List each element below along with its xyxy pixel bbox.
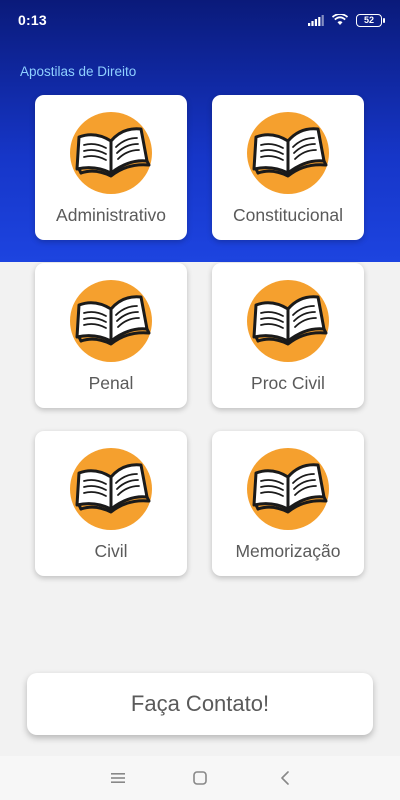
book-icon <box>246 447 330 531</box>
status-time: 0:13 <box>18 12 47 28</box>
category-card-administrativo[interactable]: Administrativo <box>35 95 187 240</box>
home-icon[interactable] <box>188 766 212 790</box>
app-screen: 0:13 52 Apostilas de Direito Administrat… <box>0 0 400 800</box>
category-card-civil[interactable]: Civil <box>35 431 187 576</box>
book-icon <box>69 447 153 531</box>
status-bar: 0:13 52 <box>0 0 400 40</box>
category-card-penal[interactable]: Penal <box>35 263 187 408</box>
book-icon <box>246 111 330 195</box>
category-label: Memorização <box>235 541 341 561</box>
status-icons: 52 <box>308 13 385 27</box>
back-icon[interactable] <box>273 766 297 790</box>
category-label: Administrativo <box>56 205 166 225</box>
category-card-constitucional[interactable]: Constitucional <box>212 95 364 240</box>
menu-icon[interactable] <box>106 766 130 790</box>
app-title: Apostilas de Direito <box>20 64 137 79</box>
category-label: Penal <box>88 373 134 393</box>
book-icon <box>69 111 153 195</box>
battery-icon: 52 <box>356 13 385 27</box>
book-icon <box>69 279 153 363</box>
category-label: Civil <box>94 541 128 561</box>
category-label: Constitucional <box>233 205 343 225</box>
contact-button[interactable]: Faça Contato! <box>27 673 373 735</box>
category-label: Proc Civil <box>251 373 325 393</box>
book-icon <box>246 279 330 363</box>
wifi-icon <box>332 14 348 26</box>
signal-icon <box>308 14 324 26</box>
navigation-bar <box>0 756 400 800</box>
battery-level: 52 <box>363 14 374 25</box>
category-card-memorizacao[interactable]: Memorização <box>212 431 364 576</box>
category-card-proc-civil[interactable]: Proc Civil <box>212 263 364 408</box>
